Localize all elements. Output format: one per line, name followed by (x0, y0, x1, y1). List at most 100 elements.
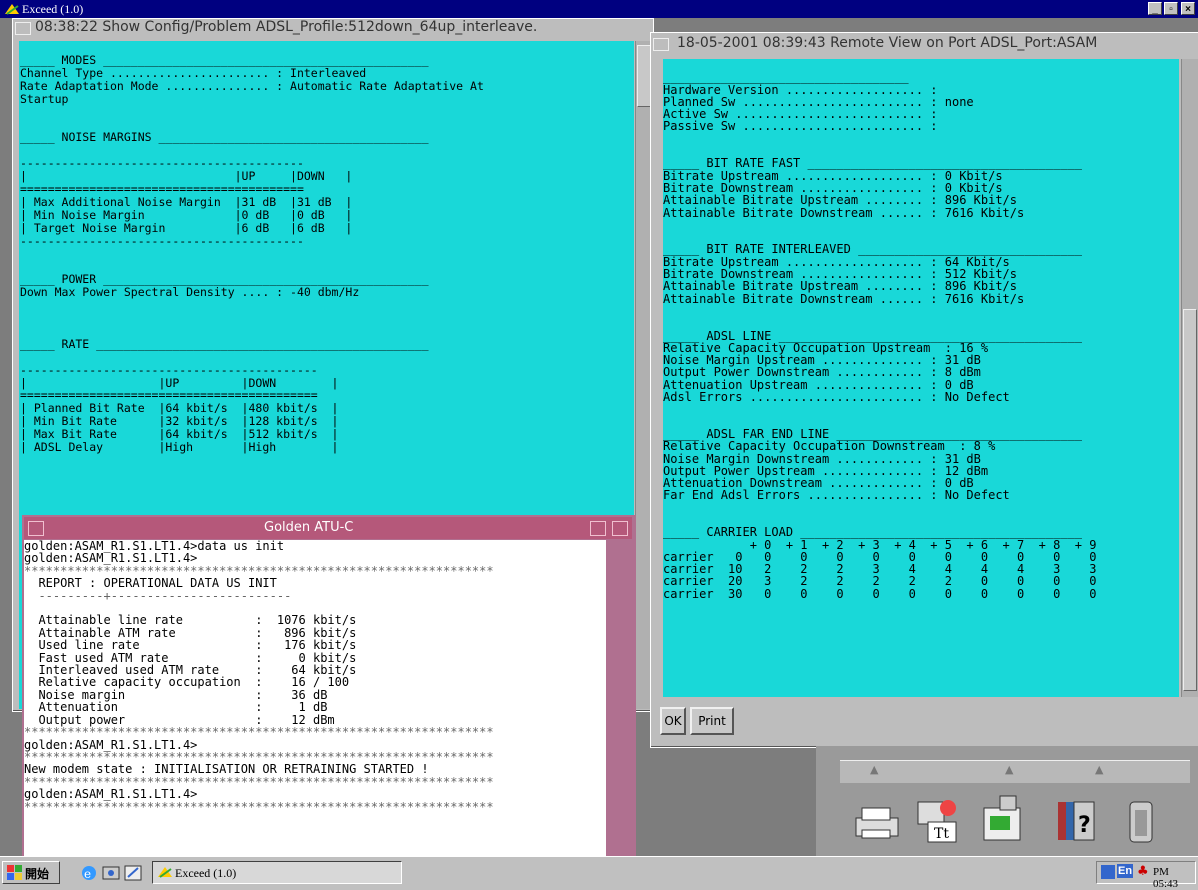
up-arrow-icon[interactable]: ▲ (1095, 763, 1103, 776)
outlook-icon[interactable] (102, 865, 120, 881)
text-line: REPORT : OPERATIONAL DATA US INIT (24, 576, 277, 591)
text-line: New modem state : INITIALISATION OR RETR… (24, 762, 429, 777)
desktop-icon[interactable] (124, 865, 142, 881)
windows-logo-icon (7, 865, 22, 880)
text-line: | Max Additional Noise Margin |31 dB |31… (20, 194, 353, 209)
text-line: | Min Noise Margin |0 dB |0 dB | (20, 207, 353, 222)
up-arrow-icon[interactable]: ▲ (870, 763, 878, 776)
text-line: ----------------------------------------… (20, 233, 304, 248)
text-line: ****************************************… (24, 799, 494, 814)
text-line: Far End Adsl Errors ................ : N… (663, 488, 1010, 503)
text-line: Passive Sw ......................... : (663, 119, 938, 134)
text-line: Relative capacity occupation : 16 / 100 (24, 675, 350, 690)
remote-view-title-bar[interactable]: 18-05-2001 08:39:43 Remote View on Port … (651, 33, 1198, 55)
text-line: Attainable Bitrate Upstream ........ : 8… (663, 279, 1018, 294)
text-line (663, 403, 1179, 415)
text-line (20, 325, 634, 338)
svg-text:?: ? (1078, 813, 1091, 838)
golden-atuc-window: Golden ATU-C golden:ASAM_R1.S1.LT1.4>dat… (22, 515, 636, 860)
text-line: Startup (20, 91, 69, 106)
system-tray: En ♣ PM 05:43 (1096, 861, 1196, 890)
text-line: Noise Margin Downstream ............ : 3… (663, 451, 981, 466)
window-menu-icon[interactable] (28, 521, 44, 536)
text-line: Attainable Bitrate Downstream ...... : 7… (663, 291, 1025, 306)
start-label: 開始 (25, 867, 50, 881)
minimize-button[interactable]: _ (1148, 2, 1162, 15)
text-line: _____ BIT RATE FAST ____________________… (663, 156, 1083, 171)
maximize-button[interactable] (612, 521, 628, 536)
text-line (20, 248, 634, 261)
text-line (20, 106, 634, 119)
text-line: _____ RATE _____________________________… (20, 336, 429, 351)
close-button[interactable]: × (1181, 2, 1195, 15)
text-line: | ADSL Delay |High |High | (20, 440, 339, 455)
config-window-title: 08:38:22 Show Config/Problem ADSL_Profil… (35, 19, 538, 35)
text-line (20, 312, 634, 325)
text-line (20, 351, 634, 364)
print-button[interactable]: Print (690, 707, 734, 735)
golden-title: Golden ATU-C (264, 520, 354, 535)
ime-icon[interactable] (1101, 865, 1115, 879)
golden-scrollbar[interactable] (608, 540, 632, 858)
tray-person-icon[interactable]: ♣ (1137, 864, 1149, 879)
text-line: _____ BIT RATE INTERLEAVED _____________… (663, 242, 1083, 257)
control-panel-area: ▲ ▲ ▲ Tt ? (816, 746, 1198, 856)
internet-explorer-icon[interactable]: e (80, 865, 98, 881)
text-line: _____ NOISE MARGINS ____________________… (20, 130, 429, 145)
text-line: golden:ASAM_R1.S1.LT1.4> (24, 551, 198, 566)
text-line (663, 502, 1179, 514)
text-line: ****************************************… (24, 725, 494, 740)
text-line: Attainable Bitrate Upstream ........ : 8… (663, 193, 1018, 208)
exceed-logo-icon (158, 867, 172, 878)
text-line (663, 317, 1179, 329)
text-line: Relative Capacity Occupation Downstream … (663, 439, 996, 454)
up-arrow-icon[interactable]: ▲ (1005, 763, 1013, 776)
ime-language-label[interactable]: En (1117, 864, 1134, 878)
window-menu-icon[interactable] (15, 22, 31, 35)
start-button[interactable]: 開始 (2, 861, 60, 884)
text-line: carrier 30 0 0 0 0 0 0 0 0 0 0 (663, 586, 1097, 601)
scrollbar-thumb[interactable] (1183, 309, 1197, 691)
text-line (663, 219, 1179, 231)
fax-icon[interactable] (980, 794, 1026, 844)
maximize-button[interactable]: ▫ (1164, 2, 1178, 15)
clock: PM 05:43 (1153, 866, 1179, 890)
golden-title-bar[interactable]: Golden ATU-C (24, 517, 632, 539)
remote-view-window: 18-05-2001 08:39:43 Remote View on Port … (650, 32, 1198, 748)
text-line (20, 41, 634, 54)
remote-view-content: __________________________________ Hardwa… (663, 59, 1179, 697)
window-menu-icon[interactable] (653, 38, 669, 51)
trash-icon[interactable] (1126, 796, 1156, 846)
text-line: Output Power Downstream ............ : 8… (663, 365, 981, 380)
scrollbar-thumb[interactable] (637, 45, 651, 107)
app-title-bar: Exceed (1.0) _ ▫ × (0, 0, 1198, 18)
text-line: Used line rate : 176 kbit/s (24, 638, 357, 653)
printer-icon[interactable] (852, 804, 902, 844)
text-line: carrier 20 3 2 2 2 2 2 0 0 0 0 (663, 574, 1097, 589)
taskbar-item-exceed[interactable]: Exceed (1.0) (152, 861, 402, 884)
text-line: Attainable line rate : 1076 kbit/s (24, 613, 357, 628)
text-line: _____ CARRIER LOAD _____________________… (663, 525, 1083, 540)
app-title: Exceed (1.0) (22, 2, 84, 16)
ok-button[interactable]: OK (660, 707, 686, 735)
fonts-icon[interactable]: Tt (914, 796, 964, 846)
text-line: golden:ASAM_R1.S1.LT1.4> (24, 787, 198, 802)
text-line: Adsl Errors ........................ : N… (663, 390, 1010, 405)
panel-arrow-bar: ▲ ▲ ▲ (840, 760, 1190, 783)
text-line (663, 133, 1179, 145)
taskbar: 開始 e Exceed (1.0) En ♣ PM 05:43 (0, 856, 1198, 890)
text-line: Attainable Bitrate Downstream ...... : 7… (663, 205, 1025, 220)
books-help-icon[interactable]: ? (1054, 796, 1100, 844)
remote-view-scrollbar[interactable] (1181, 59, 1198, 697)
minimize-button[interactable] (590, 521, 606, 536)
text-line: _____ MODES ____________________________… (20, 52, 429, 67)
exceed-logo-icon (5, 4, 19, 15)
text-line: | Target Noise Margin |6 dB |6 dB | (20, 220, 353, 235)
config-window-title-bar[interactable]: 08:38:22 Show Config/Problem ADSL_Profil… (13, 19, 653, 37)
text-line: Channel Type ....................... : I… (20, 65, 367, 80)
golden-terminal-output[interactable]: golden:ASAM_R1.S1.LT1.4>data us init gold… (24, 540, 606, 858)
text-line: Attenuation : 1 dB (24, 700, 328, 715)
text-line: _____ ADSL LINE ________________________… (663, 328, 1083, 343)
text-line: ----------------------------------------… (20, 362, 318, 377)
svg-text:Tt: Tt (934, 826, 949, 842)
